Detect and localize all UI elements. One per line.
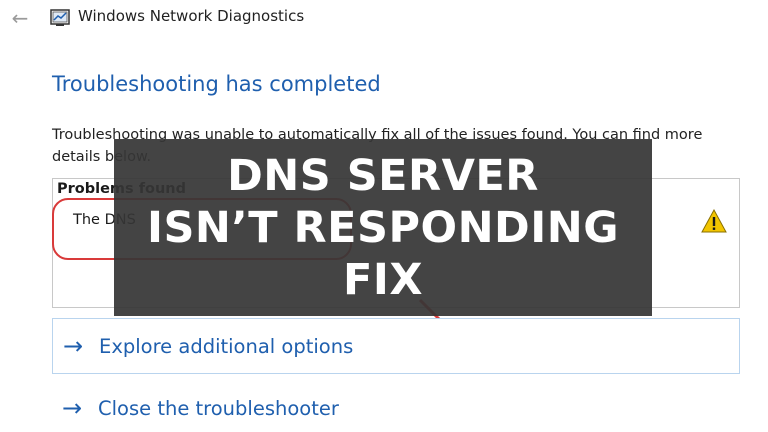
network-diagnostics-icon <box>50 9 70 26</box>
option-label: Explore additional options <box>99 334 354 358</box>
arrow-right-icon: → <box>62 394 83 422</box>
window-title: Windows Network Diagnostics <box>78 7 305 25</box>
option-label: Close the troubleshooter <box>98 396 339 420</box>
overlay-line-3: FIX <box>342 254 424 305</box>
explore-additional-options-link[interactable]: → Explore additional options <box>52 318 740 374</box>
arrow-right-icon: → <box>63 332 84 360</box>
overlay-line-2: ISN’T RESPONDING <box>146 202 620 253</box>
page-heading: Troubleshooting has completed <box>52 72 381 96</box>
title-overlay-banner: DNS SERVER ISN’T RESPONDING FIX <box>114 139 652 316</box>
overlay-line-1: DNS SERVER <box>227 150 539 201</box>
warning-icon <box>701 209 727 233</box>
title-bar: ← Windows Network Diagnostics <box>0 0 768 38</box>
close-troubleshooter-link[interactable]: → Close the troubleshooter <box>52 380 740 432</box>
back-arrow-icon[interactable]: ← <box>8 6 32 30</box>
